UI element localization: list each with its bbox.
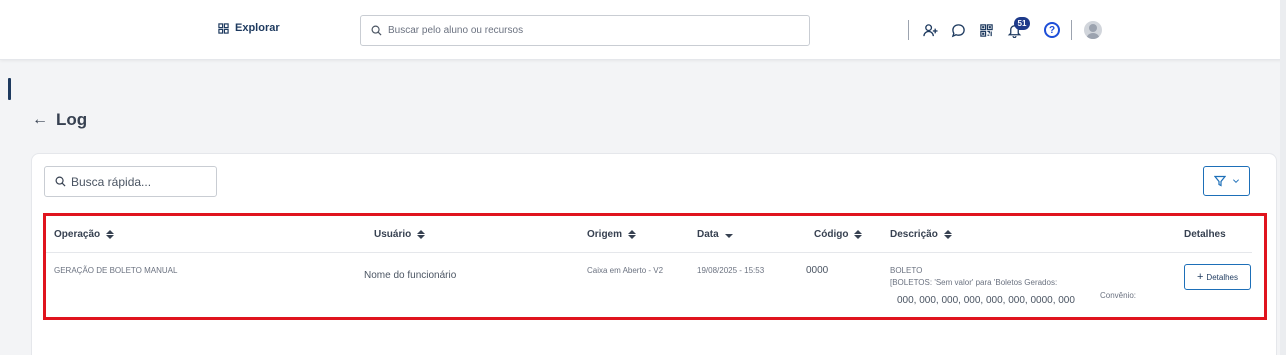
divider [908,20,909,40]
cell-descricao-convenio: Convênio: [1100,291,1137,300]
sort-icon [943,230,952,239]
qr-code-icon[interactable] [978,22,994,38]
sort-icon [854,230,863,239]
top-icons: 51 ? [908,17,1102,42]
cell-operacao: GERAÇÃO DE BOLETO MANUAL [54,266,178,275]
log-table: Operação Usuário Origem Data Código Desc… [46,216,1252,317]
help-icon: ? [1044,22,1060,38]
log-card: Operação Usuário Origem Data Código Desc… [31,153,1277,355]
scrollbar[interactable] [1280,0,1286,355]
quick-search-input[interactable] [71,174,211,189]
global-search-input[interactable] [388,25,788,36]
search-icon [371,25,382,36]
quick-search[interactable] [44,166,217,197]
cell-descricao-title: BOLETO [890,266,923,275]
page-header: ← Log [32,110,87,130]
details-button-label: Detalhes [1206,272,1238,282]
cell-usuario: Nome do funcionário [364,270,457,281]
chat-icon[interactable] [950,22,966,38]
notifications-button[interactable]: 51 [1006,17,1030,38]
column-header-operacao[interactable]: Operação [54,229,115,240]
sort-icon [417,230,426,239]
filter-button[interactable] [1203,166,1250,196]
back-arrow-icon[interactable]: ← [32,112,48,128]
explore-button[interactable]: Explorar [218,22,280,34]
top-bar: Explorar Buscar pelo aluno ou recursos 5… [0,0,1286,60]
column-header-origem[interactable]: Origem [587,229,637,240]
column-header-descricao[interactable]: Descrição [890,229,952,240]
sort-desc-icon [724,233,733,238]
sort-icon [106,230,115,239]
table-row: GERAÇÃO DE BOLETO MANUAL Nome do funcion… [46,253,1252,317]
column-header-usuario[interactable]: Usuário [374,229,426,240]
column-header-data[interactable]: Data [697,229,733,240]
cell-codigo: 0000 [806,265,829,276]
sidebar-active-marker [8,78,11,100]
column-header-codigo[interactable]: Código [814,229,863,240]
cell-data: 19/08/2025 - 15:53 [697,266,765,275]
divider [1071,20,1072,40]
add-user-icon[interactable] [922,22,938,38]
grid-icon [218,22,229,34]
explore-label: Explorar [235,22,280,34]
global-search[interactable] [360,15,810,46]
sort-icon [628,230,637,239]
column-header-detalhes: Detalhes [1184,229,1226,240]
notification-badge: 51 [1014,17,1030,30]
search-icon [55,176,66,187]
filter-icon [1213,175,1226,187]
chevron-down-icon [1232,179,1239,183]
cell-origem: Caixa em Aberto - V2 [587,266,664,275]
cell-descricao-values: 000, 000, 000, 000, 000, 000, 0000, 000 [897,295,1075,306]
help-button[interactable]: ? [1044,22,1060,38]
details-button[interactable]: + Detalhes [1184,264,1251,290]
page-title: Log [56,110,88,129]
table-header: Operação Usuário Origem Data Código Desc… [46,216,1252,253]
cell-descricao-detail: [BOLETOS: 'Sem valor' para 'Boletos Gera… [890,278,1058,287]
avatar[interactable] [1084,21,1102,39]
plus-icon: + [1196,271,1204,283]
